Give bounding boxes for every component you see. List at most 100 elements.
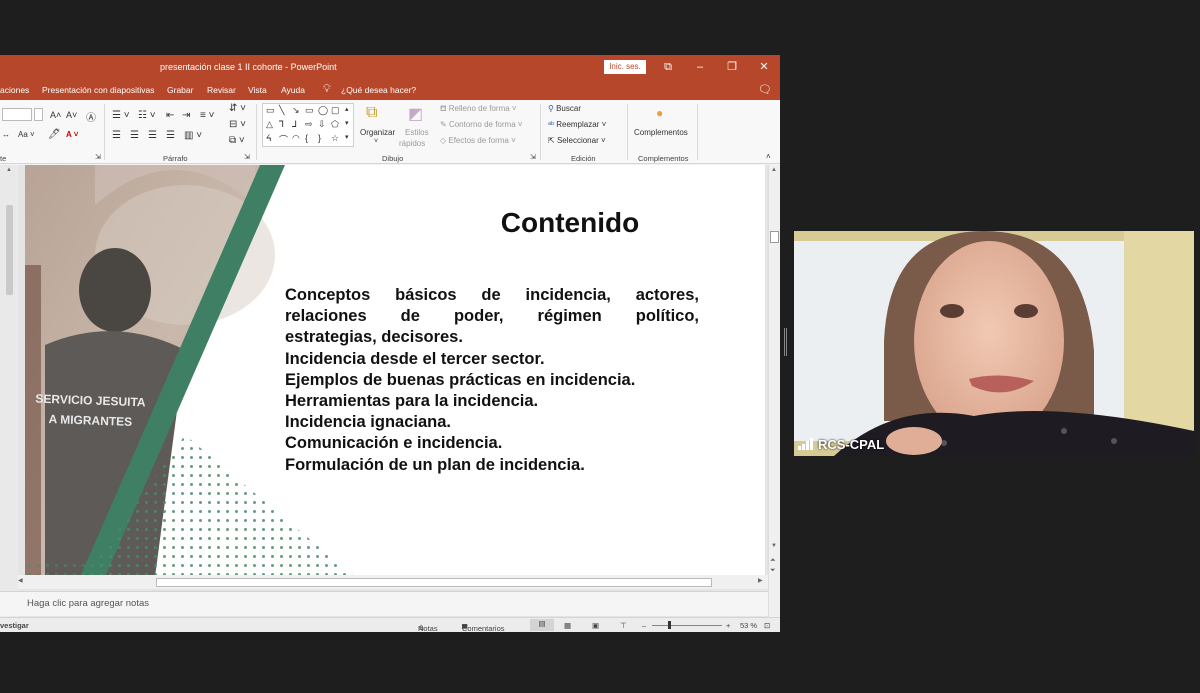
align-center-icon[interactable]: ☰ (130, 130, 139, 141)
brace-left-shape-icon[interactable]: { (305, 133, 308, 143)
close-icon[interactable]: ✕ (756, 59, 772, 75)
prev-slide-icon[interactable]: ⏶ (770, 557, 776, 565)
arrange-dropdown-icon[interactable]: ˅ (374, 138, 378, 145)
thumbnail-scrollbar[interactable] (6, 205, 13, 295)
bullets-icon[interactable]: ☰ ˅ (112, 110, 130, 121)
video-tile[interactable]: RCS-CPAL (794, 231, 1194, 456)
notes-pane[interactable]: Haga clic para agregar notas (0, 591, 768, 616)
decrease-font-icon[interactable]: A˅ (66, 110, 77, 120)
slide-canvas[interactable]: SERVICIO JESUITA A MIGRANTES Contenido C… (25, 165, 765, 577)
align-right-icon[interactable]: ☰ (148, 130, 157, 141)
vertical-scrollbar[interactable]: ▲ ▼ ⏶ ⏷ (768, 165, 780, 632)
down-arrow-shape-icon[interactable]: ⇩ (318, 119, 326, 130)
arrange-button[interactable]: Organizar (360, 128, 395, 137)
tab-view[interactable]: Vista (248, 85, 267, 95)
indent-icon[interactable]: ⇥ (182, 110, 190, 121)
zoom-level[interactable]: 53 % (740, 621, 757, 630)
zoom-in-icon[interactable]: + (726, 621, 730, 630)
rectangle-shape-icon[interactable]: ▭ (305, 105, 314, 116)
quick-styles-icon[interactable]: ◩ (408, 104, 423, 124)
split-handle[interactable] (784, 328, 787, 356)
sign-in-button[interactable]: Inic. ses. (604, 60, 646, 74)
tab-review[interactable]: Revisar (207, 85, 236, 95)
collapse-ribbon-icon[interactable]: ˄ (766, 152, 771, 161)
align-text-icon[interactable]: ⊟ ˅ (229, 119, 246, 130)
pentagon-shape-icon[interactable]: ⬠ (331, 119, 339, 130)
arc-shape-icon[interactable]: ◠ (292, 133, 300, 144)
arrow-shape-icon[interactable]: ↘ (292, 105, 300, 116)
elbow-shape-icon[interactable]: ⅂ (279, 119, 284, 130)
quick-styles-label-1[interactable]: Estilos (405, 128, 429, 137)
drawing-launcher-icon[interactable]: ⇲ (530, 153, 536, 161)
star-shape-icon[interactable]: ☆ (331, 133, 339, 144)
quick-styles-label-2[interactable]: rápidos (399, 139, 425, 148)
clear-format-icon[interactable]: Ⓐ (86, 109, 96, 124)
tab-help[interactable]: Ayuda (281, 85, 305, 95)
tab-slideshow[interactable]: Presentación con diapositivas (42, 85, 154, 95)
zoom-slider-thumb[interactable] (668, 621, 671, 629)
freeform-shape-icon[interactable]: ᔦ (266, 133, 272, 144)
spacing-icon[interactable]: ↔ (2, 130, 10, 139)
addins-icon[interactable]: ● (656, 106, 663, 120)
scroll-up-icon[interactable]: ▲ (6, 167, 12, 173)
shape-effects-button[interactable]: ◇ Efectos de forma ˅ (440, 136, 516, 145)
right-arrow-shape-icon[interactable]: ⇨ (305, 119, 313, 130)
justify-icon[interactable]: ☰ (166, 130, 175, 141)
text-direction-icon[interactable]: ⇵ ˅ (229, 103, 246, 114)
curve-shape-icon[interactable]: ⌒ (279, 133, 288, 146)
gallery-down-icon[interactable]: ▾ (345, 119, 349, 127)
arrange-icon[interactable]: ⧉ (366, 104, 377, 122)
change-case-icon[interactable]: Aa ˅ (18, 130, 35, 139)
next-slide-icon[interactable]: ⏷ (770, 567, 776, 575)
connector-shape-icon[interactable]: ⅃ (292, 119, 297, 130)
horizontal-scrollbar[interactable]: ◀ ▶ (18, 575, 768, 589)
brace-right-shape-icon[interactable]: } (318, 133, 321, 143)
smartart-icon[interactable]: ⧉ ˅ (229, 135, 245, 146)
line-spacing-icon[interactable]: ≡ ˅ (200, 110, 214, 121)
shape-fill-button[interactable]: ⛾ Relleno de forma ˅ (440, 104, 517, 114)
shape-outline-button[interactable]: ✎ Contorno de forma ˅ (440, 120, 523, 129)
highlight-icon[interactable]: 🖊︎ (48, 129, 61, 140)
addins-button[interactable]: Complementos (634, 128, 688, 137)
find-button[interactable]: ⚲ Buscar (548, 104, 581, 113)
font-launcher-icon[interactable]: ⇲ (95, 153, 101, 161)
minimize-icon[interactable]: – (692, 59, 708, 75)
font-size-box[interactable] (2, 108, 44, 123)
slide-sorter-icon[interactable]: ▦ (564, 621, 571, 630)
triangle-shape-icon[interactable]: △ (266, 119, 273, 130)
shapes-gallery[interactable]: ▭ ╲ ↘ ▭ ◯ ▢ △ ⅂ ⅃ ⇨ ⇩ ⬠ ᔦ ⌒ ◠ { } ☆ ▴ ▾ (262, 103, 354, 147)
reading-view-icon[interactable]: ▣ (592, 621, 599, 630)
normal-view-icon[interactable]: ▤ (530, 619, 554, 631)
slideshow-icon[interactable]: ⊤ (620, 621, 627, 630)
tell-me-search[interactable]: ¿Qué desea hacer? (341, 85, 416, 95)
rounded-rect-shape-icon[interactable]: ▢ (331, 105, 340, 116)
zoom-slider[interactable] (652, 625, 722, 626)
scroll-right-icon[interactable]: ▶ (758, 577, 763, 584)
ribbon-display-icon[interactable]: ⧉ (660, 59, 676, 75)
textbox-shape-icon[interactable]: ▭ (266, 105, 275, 116)
scroll-left-icon[interactable]: ◀ (18, 577, 23, 584)
outdent-icon[interactable]: ⇤ (166, 110, 174, 121)
scroll-down-icon[interactable]: ▼ (771, 543, 777, 549)
scroll-up-icon[interactable]: ▲ (771, 167, 777, 173)
align-left-icon[interactable]: ☰ (112, 130, 121, 141)
font-color-icon[interactable]: A ˅ (66, 130, 78, 139)
comment-icon[interactable]: 🗨︎ (758, 83, 772, 96)
replace-button[interactable]: ᵃᵇ Reemplazar ˅ (548, 120, 606, 129)
scroll-thumb[interactable] (770, 231, 779, 243)
gallery-more-icon[interactable]: ▾ (345, 133, 349, 141)
fit-slide-icon[interactable]: ⊡ (764, 621, 770, 630)
columns-icon[interactable]: ▥ ˅ (184, 130, 202, 141)
gallery-up-icon[interactable]: ▴ (345, 105, 349, 113)
line-shape-icon[interactable]: ╲ (279, 105, 284, 116)
horizontal-scroll-thumb[interactable] (156, 578, 712, 587)
oval-shape-icon[interactable]: ◯ (318, 105, 328, 116)
increase-font-icon[interactable]: A˄ (50, 110, 61, 120)
select-button[interactable]: ⇱ Seleccionar ˅ (548, 136, 606, 145)
paragraph-launcher-icon[interactable]: ⇲ (244, 153, 250, 161)
tab-animaciones[interactable]: aciones (0, 85, 29, 95)
numbering-icon[interactable]: ☷ ˅ (138, 110, 156, 121)
zoom-out-icon[interactable]: – (642, 621, 646, 630)
tab-record[interactable]: Grabar (167, 85, 193, 95)
restore-icon[interactable]: ❐ (724, 59, 740, 75)
